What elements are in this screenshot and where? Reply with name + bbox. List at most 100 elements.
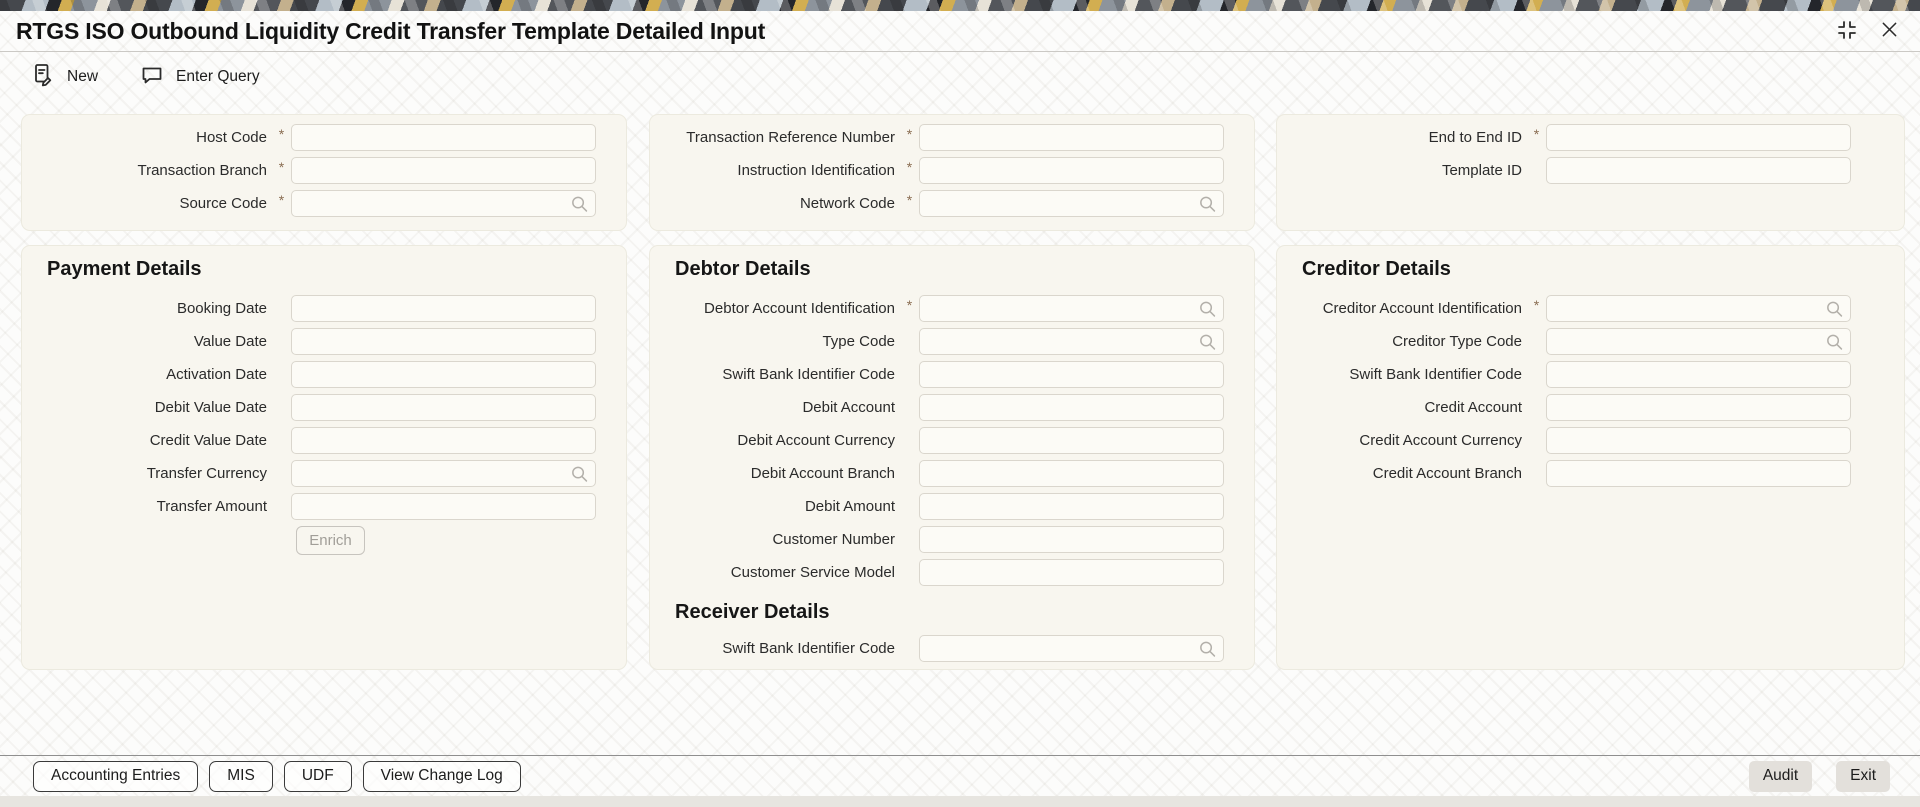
field-debtor-account-identification: Debtor Account Identification * [650,295,1254,322]
creditor-type-code-input[interactable] [1546,328,1851,355]
field-debit-account-branch: Debit Account Branch [650,460,1254,487]
accounting-entries-button[interactable]: Accounting Entries [33,760,199,792]
source-code-input[interactable] [291,190,596,217]
field-customer-service-model: Customer Service Model [650,559,1254,586]
close-button[interactable] [1876,18,1902,44]
debtor-account-identification-label: Debtor Account Identification [704,300,895,317]
host-code-input[interactable] [291,124,596,151]
receiver-swift-bank-identifier-code-input[interactable] [919,635,1224,662]
transaction-branch-label: Transaction Branch [137,162,267,179]
debtor-swift-bank-identifier-code-input[interactable] [919,361,1224,388]
transfer-currency-search-icon[interactable] [570,464,589,483]
audit-button[interactable]: Audit [1748,760,1813,792]
end-to-end-id-input[interactable] [1546,124,1851,151]
activation-date-input[interactable] [291,361,596,388]
creditor-swift-bank-identifier-code-label: Swift Bank Identifier Code [1349,366,1522,383]
debit-account-currency-label: Debit Account Currency [737,432,895,449]
receiver-details-title: Receiver Details [675,601,830,623]
debit-account-currency-input[interactable] [919,427,1224,454]
panel-creditor-details: Creditor Details Creditor Account Identi… [1276,245,1905,670]
field-transaction-branch: Transaction Branch * [22,157,626,184]
credit-account-input[interactable] [1546,394,1851,421]
network-code-label: Network Code [799,195,895,212]
page-title: RTGS ISO Outbound Liquidity Credit Trans… [16,17,766,44]
field-debit-value-date: Debit Value Date [22,394,626,421]
debit-value-date-input[interactable] [291,394,596,421]
transfer-amount-input[interactable] [291,493,596,520]
credit-account-branch-label: Credit Account Branch [1372,465,1522,482]
debtor-account-identification-input[interactable] [919,295,1224,322]
creditor-type-code-label: Creditor Type Code [1392,333,1522,350]
creditor-type-code-search-icon[interactable] [1825,332,1844,351]
network-code-input[interactable] [919,190,1224,217]
restore-button[interactable] [1834,18,1860,44]
field-credit-account-currency: Credit Account Currency [1277,427,1904,454]
panel-debtor-details: Debtor Details Debtor Account Identifica… [649,245,1255,670]
field-debtor-swift-bank-identifier-code: Swift Bank Identifier Code [650,361,1254,388]
customer-number-input[interactable] [919,526,1224,553]
panel-header-right: End to End ID * Template ID [1276,114,1905,231]
debit-amount-input[interactable] [919,493,1224,520]
customer-service-model-input[interactable] [919,559,1224,586]
new-button-label: New [67,68,99,85]
enrich-button[interactable]: Enrich [296,526,365,555]
debit-account-input[interactable] [919,394,1224,421]
new-button[interactable]: New [31,62,98,92]
restore-icon [1835,18,1859,45]
transaction-reference-number-input[interactable] [919,124,1224,151]
creditor-account-identification-input[interactable] [1546,295,1851,322]
toolbar: New Enter Query [0,52,260,102]
field-host-code: Host Code * [22,124,626,151]
field-instruction-identification: Instruction Identification * [650,157,1254,184]
receiver-swift-bank-identifier-code-search-icon[interactable] [1198,639,1217,658]
instruction-identification-input[interactable] [919,157,1224,184]
udf-button[interactable]: UDF [283,760,352,792]
type-code-label: Type Code [822,333,895,350]
network-code-search-icon[interactable] [1198,194,1217,213]
enter-query-button[interactable]: Enter Query [140,63,260,92]
field-credit-account: Credit Account [1277,394,1904,421]
creditor-account-identification-search-icon[interactable] [1825,299,1844,318]
transfer-amount-label: Transfer Amount [156,498,267,515]
window-controls [1834,18,1902,44]
transfer-currency-input[interactable] [291,460,596,487]
credit-account-currency-input[interactable] [1546,427,1851,454]
debtor-account-identification-search-icon[interactable] [1198,299,1217,318]
field-customer-number: Customer Number [650,526,1254,553]
template-id-input[interactable] [1546,157,1851,184]
credit-account-branch-input[interactable] [1546,460,1851,487]
title-bar: RTGS ISO Outbound Liquidity Credit Trans… [0,11,1920,52]
creditor-swift-bank-identifier-code-input[interactable] [1546,361,1851,388]
field-debit-account-currency: Debit Account Currency [650,427,1254,454]
required-marker: * [906,158,913,175]
decorative-banner [0,0,1920,11]
booking-date-input[interactable] [291,295,596,322]
booking-date-label: Booking Date [176,300,267,317]
field-transaction-reference-number: Transaction Reference Number * [650,124,1254,151]
panel-header-left: Host Code * Transaction Branch * Source … [21,114,627,231]
credit-value-date-input[interactable] [291,427,596,454]
credit-account-currency-label: Credit Account Currency [1359,432,1522,449]
mis-button[interactable]: MIS [209,760,273,792]
enter-query-label: Enter Query [176,68,260,85]
transaction-branch-input[interactable] [291,157,596,184]
field-debit-amount: Debit Amount [650,493,1254,520]
transfer-currency-label: Transfer Currency [146,465,267,482]
window-bottom-strip [0,796,1920,807]
field-end-to-end-id: End to End ID * [1277,124,1904,151]
source-code-search-icon[interactable] [570,194,589,213]
field-type-code: Type Code [650,328,1254,355]
debtor-details-title: Debtor Details [675,258,811,280]
value-date-input[interactable] [291,328,596,355]
host-code-label: Host Code [196,129,267,146]
required-marker: * [278,125,285,142]
exit-button[interactable]: Exit [1836,760,1890,792]
required-marker: * [906,125,913,142]
view-change-log-button[interactable]: View Change Log [362,760,521,792]
type-code-input[interactable] [919,328,1224,355]
new-document-icon [31,62,55,92]
chat-bubble-icon [140,63,164,92]
debit-account-branch-input[interactable] [919,460,1224,487]
required-marker: * [1533,125,1540,142]
type-code-search-icon[interactable] [1198,332,1217,351]
